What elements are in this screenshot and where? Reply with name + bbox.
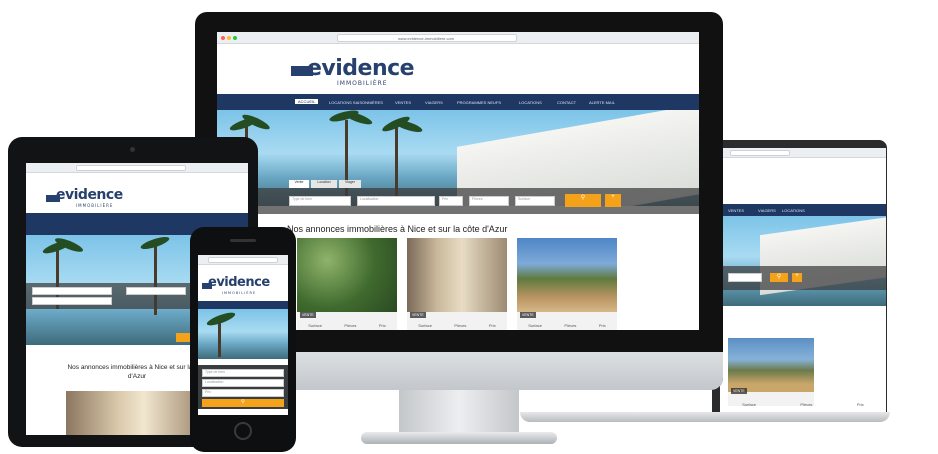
search-icon: ⚲ bbox=[580, 195, 586, 201]
laptop-more-button[interactable]: + bbox=[792, 273, 802, 282]
nav-item-viagers[interactable]: VIAGERS bbox=[425, 100, 443, 105]
more-criteria-button[interactable]: + bbox=[605, 194, 621, 207]
monitor-stand-foot bbox=[361, 432, 557, 444]
laptop-nav: VENTES VIAGERS LOCATIONS bbox=[720, 204, 886, 216]
listing-tag: VENTE bbox=[731, 388, 747, 394]
listing-tag: VENTE bbox=[520, 312, 536, 318]
hillside-villa-photo bbox=[517, 238, 617, 312]
laptop-nav-item[interactable]: LOCATIONS bbox=[782, 208, 805, 213]
laptop-nav-item[interactable]: VIAGERS bbox=[758, 208, 776, 213]
laptop-url-field[interactable] bbox=[730, 150, 790, 156]
nav-item-contact[interactable]: CONTACT bbox=[557, 100, 576, 105]
laptop-search-button[interactable]: ⚲ bbox=[770, 273, 788, 282]
tablet-url-field[interactable] bbox=[76, 165, 186, 171]
desktop-url-field[interactable]: www.evidence-immobiliere.com bbox=[337, 34, 517, 42]
search-field-price[interactable] bbox=[32, 297, 112, 305]
maximize-window-icon[interactable] bbox=[233, 36, 237, 40]
laptop-listing-card[interactable]: VENTE bbox=[728, 338, 814, 406]
nav-item-programmes-neufs[interactable]: PROGRAMMES NEUFS bbox=[457, 100, 501, 105]
laptop-meta-row: Surface Pièces Prix bbox=[720, 402, 886, 410]
close-window-icon[interactable] bbox=[221, 36, 225, 40]
monitor-stand-neck bbox=[399, 390, 519, 436]
laptop-screen: VENTES VIAGERS LOCATIONS ⚲ + VENTE Surfa… bbox=[720, 148, 886, 412]
listing-meta: Pièces bbox=[344, 322, 357, 328]
phone-browser-bar bbox=[198, 255, 288, 265]
search-field-type[interactable]: Type de bien bbox=[202, 369, 284, 377]
interior-photo bbox=[407, 238, 507, 312]
interior-photo bbox=[66, 391, 196, 435]
tablet-browser-bar bbox=[26, 163, 248, 173]
logo-subtitle: IMMOBILIÈRE bbox=[337, 80, 388, 87]
listing-card[interactable]: VENTE Surface Pièces Prix bbox=[297, 238, 397, 330]
listing-meta: Surface bbox=[742, 402, 756, 407]
search-tab-vente[interactable]: Vente bbox=[289, 180, 309, 188]
phone-speaker bbox=[230, 239, 256, 242]
listing-meta: Pièces bbox=[564, 322, 577, 328]
logo-subtitle: IMMOBILIÈRE bbox=[222, 291, 257, 295]
phone-hero bbox=[198, 309, 288, 359]
search-field-type[interactable]: Type de bien bbox=[289, 196, 351, 206]
nav-item-ventes[interactable]: VENTES bbox=[395, 100, 411, 105]
search-field-price[interactable]: Prix bbox=[202, 389, 284, 397]
desktop-search-bar: Type de bien Localisation Prix Pièces Su… bbox=[217, 188, 699, 214]
search-tab-location[interactable]: Location bbox=[311, 180, 337, 188]
laptop-search-bar: ⚲ + bbox=[720, 266, 886, 290]
search-tab-viager[interactable]: Viager bbox=[339, 180, 361, 188]
nav-item-accueil[interactable]: ACCUEIL bbox=[295, 99, 319, 104]
url-text: www.evidence-immobiliere.com bbox=[398, 36, 455, 41]
phone-search-bar: Type de bien Localisation Prix ⚲ bbox=[198, 365, 288, 409]
desktop-browser-bar: www.evidence-immobiliere.com bbox=[217, 32, 699, 44]
villa-photo bbox=[728, 338, 814, 392]
minimize-window-icon[interactable] bbox=[227, 36, 231, 40]
logo-subtitle: IMMOBILIÈRE bbox=[76, 203, 114, 208]
listing-meta: Surface bbox=[418, 322, 432, 328]
laptop-device: VENTES VIAGERS LOCATIONS ⚲ + VENTE Surfa… bbox=[520, 140, 890, 430]
desktop-nav: ACCUEIL LOCATIONS SAISONNIÈRES VENTES VI… bbox=[217, 94, 699, 110]
nav-item-alerte-mail[interactable]: ALERTE MAIL bbox=[589, 100, 615, 105]
listing-meta: Surface bbox=[308, 322, 322, 328]
laptop-search-field[interactable] bbox=[728, 273, 762, 282]
listing-meta: Prix bbox=[488, 322, 496, 328]
search-field-rooms[interactable]: Pièces bbox=[469, 196, 509, 206]
logo-text[interactable]: evidence bbox=[307, 56, 415, 81]
listing-tag: VENTE bbox=[410, 312, 426, 318]
phone-search-button[interactable]: ⚲ bbox=[202, 399, 284, 407]
phone-nav bbox=[198, 301, 288, 309]
search-field-type[interactable] bbox=[32, 287, 112, 295]
nav-item-locations[interactable]: LOCATIONS bbox=[519, 100, 542, 105]
listing-card[interactable]: VENTE Surface Pièces Prix bbox=[517, 238, 617, 330]
phone-device: evidence IMMOBILIÈRE Type de bien Locali… bbox=[190, 227, 296, 452]
phone-screen: evidence IMMOBILIÈRE Type de bien Locali… bbox=[198, 255, 288, 415]
listing-meta: Prix bbox=[598, 322, 606, 328]
laptop-browser-bar bbox=[720, 148, 886, 158]
listing-meta: Prix bbox=[378, 322, 386, 328]
listing-tag: VENTE bbox=[300, 312, 316, 318]
plus-icon: + bbox=[611, 194, 615, 200]
search-field-location[interactable] bbox=[126, 287, 186, 295]
tablet-listing-card[interactable] bbox=[66, 391, 196, 435]
laptop-hero bbox=[720, 216, 886, 306]
heading-line-1: Nos annonces immobilières à Nice et sur … bbox=[67, 364, 207, 371]
tablet-camera bbox=[130, 147, 135, 152]
logo-text[interactable]: evidence bbox=[208, 275, 270, 290]
phone-home-button[interactable] bbox=[234, 422, 252, 440]
heading-line-2: d'Azur bbox=[127, 373, 147, 380]
listing-meta: Pièces bbox=[454, 322, 467, 328]
listing-meta: Pièces bbox=[800, 402, 813, 407]
listings-heading: Nos annonces immobilières à Nice et sur … bbox=[287, 224, 508, 234]
garden-villa-photo bbox=[297, 238, 397, 312]
search-field-surface[interactable]: Surface bbox=[515, 196, 555, 206]
phone-url-field[interactable] bbox=[208, 257, 278, 263]
search-field-location[interactable]: Localisation bbox=[357, 196, 435, 206]
laptop-nav-item[interactable]: VENTES bbox=[728, 208, 744, 213]
search-button[interactable]: ⚲ bbox=[565, 194, 601, 207]
listing-meta: Surface bbox=[528, 322, 542, 328]
responsive-devices-scene: VENTES VIAGERS LOCATIONS ⚲ + VENTE Surfa… bbox=[0, 0, 938, 454]
listing-meta: Prix bbox=[856, 402, 864, 407]
search-field-price[interactable]: Prix bbox=[439, 196, 463, 206]
search-field-location[interactable]: Localisation bbox=[202, 379, 284, 387]
listing-card[interactable]: VENTE Surface Pièces Prix bbox=[407, 238, 507, 330]
logo-text[interactable]: evidence bbox=[56, 187, 123, 203]
nav-item-locations-saisonnieres[interactable]: LOCATIONS SAISONNIÈRES bbox=[329, 100, 383, 105]
